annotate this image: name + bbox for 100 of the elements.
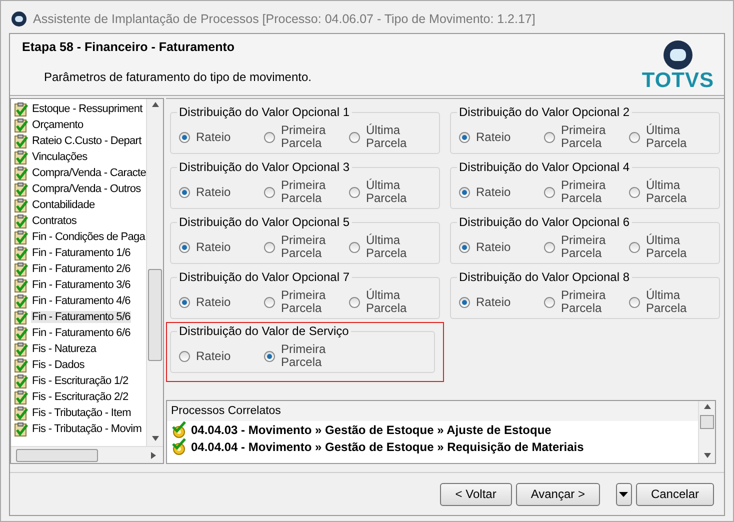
radio-option[interactable]: Primeira Parcela bbox=[264, 286, 349, 318]
clipboard-check-icon bbox=[14, 262, 28, 276]
radio-option[interactable]: Rateio bbox=[179, 231, 264, 263]
cancel-button[interactable]: Cancelar bbox=[636, 482, 714, 506]
radio-option[interactable]: Primeira Parcela bbox=[544, 176, 629, 208]
radio-option[interactable]: Primeira Parcela bbox=[544, 286, 629, 318]
radio-option[interactable]: Rateio bbox=[179, 286, 264, 318]
step-item[interactable]: Contratos bbox=[31, 215, 78, 227]
radio-option[interactable]: Primeira Parcela bbox=[264, 121, 349, 153]
horizontal-scrollbar[interactable] bbox=[11, 446, 163, 463]
next-button[interactable]: Avançar > bbox=[516, 482, 600, 506]
vertical-scrollbar[interactable] bbox=[698, 401, 715, 463]
step-item[interactable]: Fis - Tributação - Item bbox=[31, 407, 132, 419]
radio-option[interactable]: Última Parcela bbox=[349, 121, 434, 153]
radio-option[interactable]: Rateio bbox=[179, 176, 264, 208]
clipboard-check-icon bbox=[14, 326, 28, 340]
scroll-arrow-icon[interactable] bbox=[704, 453, 710, 460]
clipboard-check-icon bbox=[14, 278, 28, 292]
scroll-arrow-icon[interactable] bbox=[704, 404, 710, 411]
step-item[interactable]: Contabilidade bbox=[31, 199, 96, 211]
clipboard-check-icon bbox=[14, 294, 28, 308]
step-item[interactable]: Fin - Condições de Paga bbox=[31, 231, 146, 243]
process-item[interactable]: 04.04.03 - Movimento » Gestão de Estoque » Ajuste de Estoque bbox=[191, 422, 552, 436]
step-item[interactable]: Rateio C.Custo - Depart bbox=[31, 135, 142, 147]
step-item[interactable]: Fin - Faturamento 1/6 bbox=[31, 247, 132, 259]
step-item[interactable]: Fin - Faturamento 6/6 bbox=[31, 327, 132, 339]
clipboard-check-icon bbox=[14, 406, 28, 420]
step-item[interactable]: Fis - Escrituração 1/2 bbox=[31, 375, 130, 387]
logo-text: TOTVS bbox=[642, 70, 714, 92]
scroll-arrow-icon[interactable] bbox=[152, 102, 158, 109]
radio-option[interactable]: Rateio bbox=[459, 176, 544, 208]
scroll-arrow-icon[interactable] bbox=[151, 452, 158, 458]
clipboard-check-icon bbox=[14, 358, 28, 372]
scroll-thumb[interactable] bbox=[16, 448, 98, 462]
scroll-arrow-icon[interactable] bbox=[152, 436, 158, 443]
clipboard-check-icon bbox=[14, 422, 28, 436]
step-description: Parâmetros de faturamento do tipo de movimento. bbox=[44, 70, 312, 84]
radio-option[interactable]: Última Parcela bbox=[629, 176, 714, 208]
clipboard-check-icon bbox=[14, 182, 28, 196]
radio-option[interactable]: Rateio bbox=[179, 340, 264, 372]
group-title: Distribuição do Valor Opcional 2 bbox=[457, 105, 632, 119]
radio-option[interactable]: Primeira Parcela bbox=[264, 176, 349, 208]
radio-option[interactable]: Última Parcela bbox=[349, 231, 434, 263]
group-title: Distribuição do Valor de Serviço bbox=[177, 324, 351, 338]
clipboard-check-icon bbox=[14, 118, 28, 132]
step-item[interactable]: Fin - Faturamento 4/6 bbox=[31, 295, 132, 307]
group-title: Distribuição do Valor Opcional 6 bbox=[457, 215, 632, 229]
gear-check-icon bbox=[171, 421, 189, 438]
vertical-scrollbar[interactable] bbox=[146, 99, 163, 446]
clipboard-check-icon bbox=[14, 198, 28, 212]
scroll-thumb[interactable] bbox=[148, 269, 162, 361]
step-item[interactable]: Compra/Venda - Outros bbox=[31, 183, 142, 195]
step-item[interactable]: Estoque - Ressupriment bbox=[31, 103, 144, 115]
clipboard-check-icon bbox=[14, 310, 28, 324]
step-item[interactable]: Fin - Faturamento 5/6 bbox=[31, 311, 132, 323]
gear-check-icon bbox=[171, 438, 189, 455]
group-title: Distribuição do Valor Opcional 1 bbox=[177, 105, 352, 119]
radio-option[interactable]: Última Parcela bbox=[629, 286, 714, 318]
group-title: Distribuição do Valor Opcional 4 bbox=[457, 160, 632, 174]
step-item[interactable]: Fis - Natureza bbox=[31, 343, 98, 355]
clipboard-check-icon bbox=[14, 166, 28, 180]
group-title: Distribuição do Valor Opcional 7 bbox=[177, 270, 352, 284]
radio-option[interactable]: Rateio bbox=[459, 286, 544, 318]
radio-option[interactable]: Rateio bbox=[179, 121, 264, 153]
radio-option[interactable]: Última Parcela bbox=[349, 286, 434, 318]
radio-option[interactable]: Última Parcela bbox=[629, 231, 714, 263]
window-title: Assistente de Implantação de Processos [Processo: 04.06.07 - Tipo de Movimento: 1.2.17] bbox=[33, 12, 536, 26]
clipboard-check-icon bbox=[14, 102, 28, 116]
step-item[interactable]: Compra/Venda - Caracte bbox=[31, 167, 146, 179]
group-title: Distribuição do Valor Opcional 5 bbox=[177, 215, 352, 229]
clipboard-check-icon bbox=[14, 390, 28, 404]
step-title: Etapa 58 - Financeiro - Faturamento bbox=[22, 40, 236, 54]
clipboard-check-icon bbox=[14, 342, 28, 356]
radio-option[interactable]: Rateio bbox=[459, 121, 544, 153]
process-item[interactable]: 04.04.04 - Movimento » Gestão de Estoque » Requisição de Materiais bbox=[191, 440, 584, 454]
radio-option[interactable]: Primeira Parcela bbox=[544, 121, 629, 153]
radio-option[interactable]: Primeira Parcela bbox=[264, 231, 349, 263]
group-title: Distribuição do Valor Opcional 8 bbox=[457, 270, 632, 284]
group-title: Distribuição do Valor Opcional 3 bbox=[177, 160, 352, 174]
step-item[interactable]: Fis - Tributação - Movim bbox=[31, 423, 143, 435]
radio-option[interactable]: Primeira Parcela bbox=[544, 231, 629, 263]
radio-option[interactable]: Rateio bbox=[459, 231, 544, 263]
caret-icon bbox=[619, 492, 628, 496]
clipboard-check-icon bbox=[14, 230, 28, 244]
step-item[interactable]: Fis - Escrituração 2/2 bbox=[31, 391, 130, 403]
radio-option[interactable]: Última Parcela bbox=[349, 176, 434, 208]
back-button[interactable]: < Voltar bbox=[440, 482, 512, 506]
dropdown-button[interactable] bbox=[616, 482, 632, 506]
radio-option[interactable]: Última Parcela bbox=[629, 121, 714, 153]
scroll-thumb[interactable] bbox=[700, 415, 714, 429]
clipboard-check-icon bbox=[14, 214, 28, 228]
radio-option[interactable]: Primeira Parcela bbox=[264, 340, 349, 372]
step-item[interactable]: Fin - Faturamento 2/6 bbox=[31, 263, 132, 275]
step-item[interactable]: Orçamento bbox=[31, 119, 84, 131]
step-item[interactable]: Fis - Dados bbox=[31, 359, 86, 371]
clipboard-check-icon bbox=[14, 374, 28, 388]
step-item[interactable]: Fin - Faturamento 3/6 bbox=[31, 279, 132, 291]
clipboard-check-icon bbox=[14, 246, 28, 260]
clipboard-check-icon bbox=[14, 134, 28, 148]
step-item[interactable]: Vinculações bbox=[31, 151, 88, 163]
